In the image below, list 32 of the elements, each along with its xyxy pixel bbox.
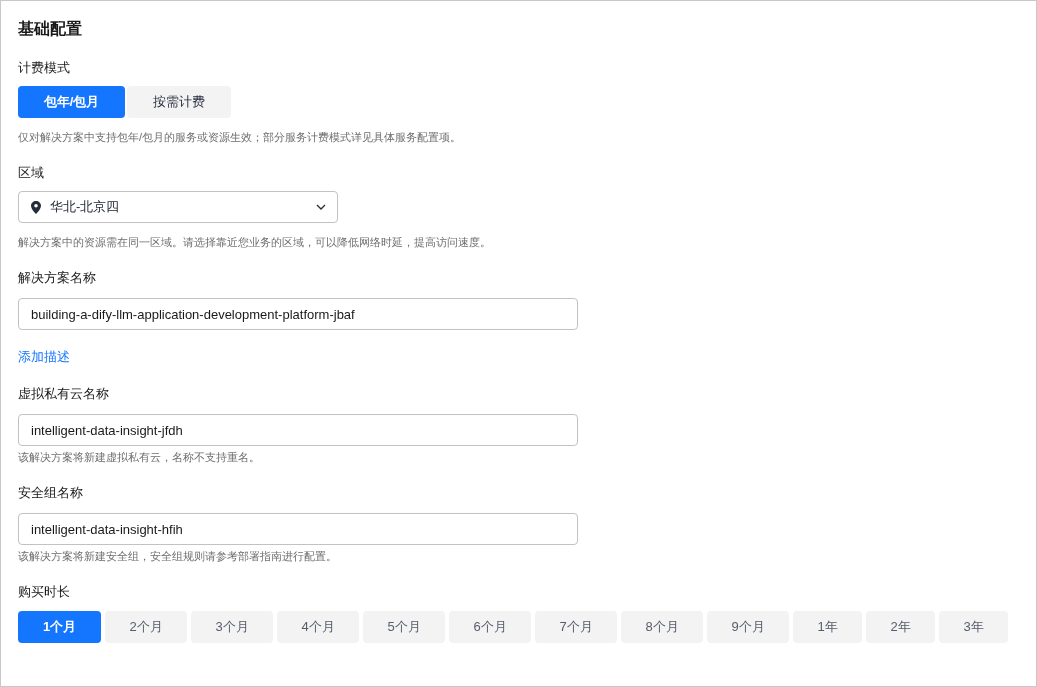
field-label: 购买时长	[18, 583, 70, 601]
field-label: 区域	[18, 164, 44, 182]
chevron-down-icon	[316, 204, 326, 210]
duration-option[interactable]: 2年	[866, 611, 935, 643]
duration-option[interactable]: 3个月	[191, 611, 273, 643]
duration-option[interactable]: 1个月	[18, 611, 101, 643]
duration-option[interactable]: 8个月	[621, 611, 703, 643]
field-label: 解决方案名称	[18, 269, 96, 287]
location-pin-icon	[31, 200, 41, 214]
field-label: 安全组名称	[18, 484, 83, 502]
section-title: 基础配置	[18, 19, 82, 39]
billing-mode-option[interactable]: 包年/包月	[18, 86, 125, 118]
duration-option[interactable]: 7个月	[535, 611, 617, 643]
vpc-name-input[interactable]: intelligent-data-insight-jfdh	[18, 414, 578, 446]
duration-option[interactable]: 4个月	[277, 611, 359, 643]
field-label: 虚拟私有云名称	[18, 385, 109, 403]
hint-text: 仅对解决方案中支持包年/包月的服务或资源生效；部分服务计费模式详见具体服务配置项。	[18, 130, 462, 145]
security-group-name-input[interactable]: intelligent-data-insight-hfih	[18, 513, 578, 545]
region-select[interactable]: 华北-北京四	[18, 191, 338, 223]
hint-text: 该解决方案将新建虚拟私有云，名称不支持重名。	[18, 450, 260, 465]
duration-option[interactable]: 6个月	[449, 611, 531, 643]
hint-text: 解决方案中的资源需在同一区域。请选择靠近您业务的区域，可以降低网络时延，提高访问速度。	[18, 235, 491, 250]
hint-text: 该解决方案将新建安全组，安全组规则请参考部署指南进行配置。	[18, 549, 337, 564]
duration-option[interactable]: 3年	[939, 611, 1008, 643]
duration-option[interactable]: 5个月	[363, 611, 445, 643]
duration-option[interactable]: 9个月	[707, 611, 789, 643]
add-description-link[interactable]: 添加描述	[18, 348, 70, 366]
duration-option[interactable]: 1年	[793, 611, 862, 643]
solution-name-input[interactable]: building-a-dify-llm-application-development-platform-jbaf	[18, 298, 578, 330]
field-label: 计费模式	[18, 59, 70, 77]
duration-option[interactable]: 2个月	[105, 611, 187, 643]
billing-mode-option[interactable]: 按需计费	[127, 86, 231, 118]
